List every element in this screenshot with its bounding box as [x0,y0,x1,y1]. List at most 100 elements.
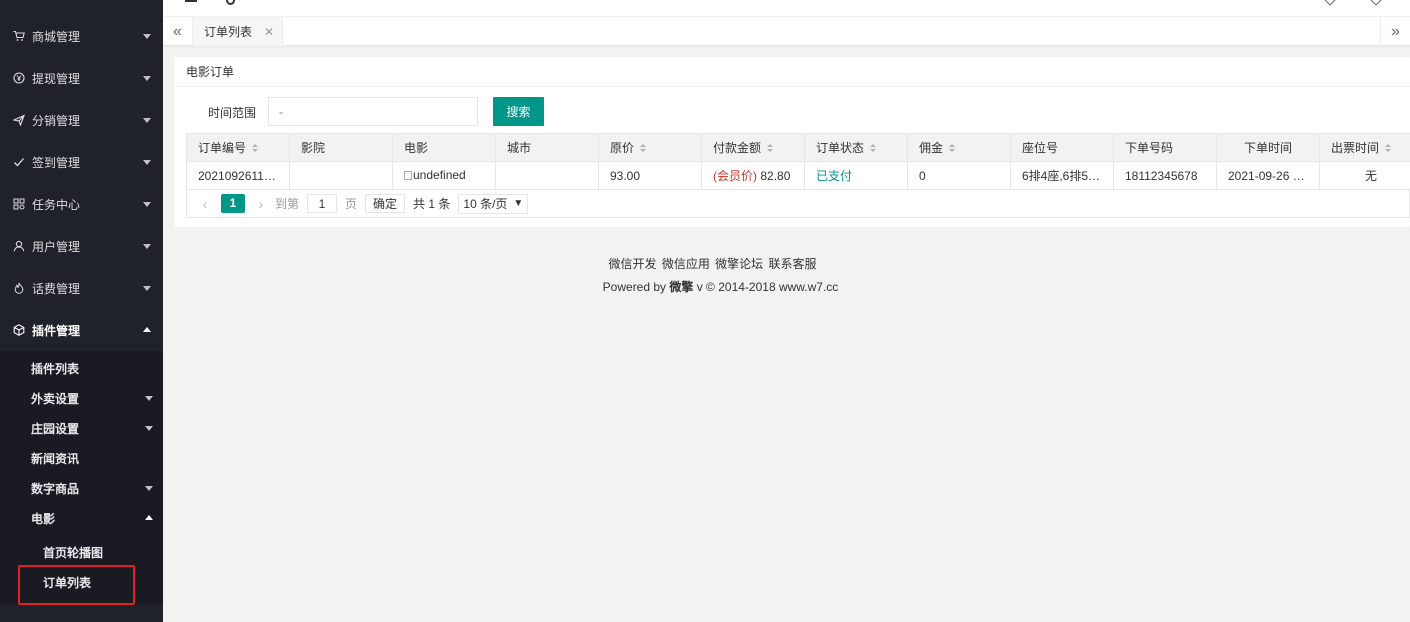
sidebar: 商城管理 提现管理 分销管理 签到管理 任务中心 用户管理 话费管理 插件管理 … [0,0,163,622]
page-unit-label: 页 [345,197,358,211]
sidebar-item-phone-bill[interactable]: 话费管理 [0,267,163,309]
highlight-annotation-box [18,565,135,605]
subnav-item-news[interactable]: 新闻资讯 [0,443,163,473]
tabs-scroll-right-button[interactable]: » [1380,17,1410,46]
cell-seat: 6排4座,6排5… [1010,161,1114,190]
movie-alt-text: undefined [413,168,466,183]
dropdown-arrow-icon: ▼ [513,198,524,209]
member-price-tag: (会员价) [713,169,757,183]
user-icon [12,239,26,253]
column-header-pay-amount[interactable]: 付款金额 [701,133,805,162]
subnav-item-takeout-settings[interactable]: 外卖设置 [0,383,163,413]
sidebar-item-distribution[interactable]: 分销管理 [0,99,163,141]
column-header-label: 付款金额 [713,141,762,155]
chevron-down-icon [145,486,153,491]
subnav-item-label: 数字商品 [31,481,80,496]
check-icon [12,155,26,169]
sort-icon[interactable] [252,144,259,153]
cell-cinema [289,161,393,190]
chevron-down-icon [143,244,151,249]
chevron-down-icon [143,286,151,291]
subnav-item-label: 庄园设置 [31,421,80,436]
chevron-up-icon [145,515,153,520]
close-icon[interactable]: ✕ [264,25,274,39]
yen-icon [12,71,26,85]
column-header-label: 城市 [507,141,532,155]
sort-icon[interactable] [949,144,956,153]
goto-confirm-button[interactable]: 确定 [365,194,406,213]
cart-icon [12,29,26,43]
column-header-commission[interactable]: 佣金 [907,133,1011,162]
column-header-order-no[interactable]: 订单编号 [186,133,290,162]
column-header-label: 下单时间 [1243,141,1292,155]
sidebar-item-label: 分销管理 [32,113,81,128]
column-header-city: 城市 [495,133,599,162]
sidebar-item-tasks[interactable]: 任务中心 [0,183,163,225]
cell-pay-amount: (会员价) 82.80 [701,161,805,190]
sidebar-item-label: 话费管理 [32,281,81,296]
sort-icon[interactable] [767,144,774,153]
column-header-seat: 座位号 [1010,133,1114,162]
sidebar-item-mall[interactable]: 商城管理 [0,15,163,57]
column-header-phone: 下单号码 [1113,133,1217,162]
orders-table: 订单编号 影院 电影 城市 原价 付款金额 订单状态 佣金 座位号 下单号码 下… [186,133,1410,190]
sidebar-item-users[interactable]: 用户管理 [0,225,163,267]
search-row: 时间范围 搜索 [174,97,1410,127]
refresh-icon[interactable] [226,0,235,5]
chevron-left-icon[interactable]: ‹ [195,196,215,212]
subnav-item-digital-goods[interactable]: 数字商品 [0,473,163,503]
tab-order-list[interactable]: 订单列表 ✕ [193,17,283,46]
current-page[interactable]: 1 [221,194,245,213]
copyright-text: v © 2014-2018 www.w7.cc [693,280,839,294]
sidebar-item-checkin[interactable]: 签到管理 [0,141,163,183]
table-header-row: 订单编号 影院 电影 城市 原价 付款金额 订单状态 佣金 座位号 下单号码 下… [186,133,1410,162]
column-header-ticket-time[interactable]: 出票时间 [1319,133,1410,162]
sidebar-item-plugins[interactable]: 插件管理 [0,309,163,351]
page-size-select[interactable]: 10 条/页 ▼ [458,193,529,214]
column-header-label: 订单状态 [816,141,865,155]
column-header-label: 佣金 [919,141,944,155]
movie-poster-image: undefined [404,168,466,182]
cell-commission: 0 [907,161,1011,190]
sort-icon[interactable] [640,144,647,153]
chevron-down-icon [145,396,153,401]
apps-icon [12,197,26,211]
total-count: 共 1 条 [413,197,451,211]
tabs-scroll-left-button[interactable]: « [163,17,193,46]
subnav-item-label: 外卖设置 [31,391,80,406]
cell-city [495,161,599,190]
footer-link-support[interactable]: 联系客服 [769,257,817,271]
search-button[interactable]: 搜索 [493,97,544,126]
subnav-item-manor-settings[interactable]: 庄园设置 [0,413,163,443]
goto-page-input[interactable] [307,194,338,213]
menu-toggle-icon[interactable] [185,0,197,2]
orders-table-wrap: 订单编号 影院 电影 城市 原价 付款金额 订单状态 佣金 座位号 下单号码 下… [186,133,1410,190]
sidebar-item-label: 提现管理 [32,71,81,86]
chevron-down-icon [145,426,153,431]
subnav-item-home-carousel[interactable]: 首页轮播图 [0,537,163,567]
theme-icon[interactable] [1324,0,1336,6]
double-chevron-right-icon: » [1391,22,1400,40]
chevron-right-icon[interactable]: › [251,196,271,212]
column-header-label: 出票时间 [1331,141,1380,155]
subnav-item-label: 新闻资讯 [31,451,80,466]
column-header-label: 下单号码 [1125,141,1174,155]
sidebar-item-withdraw[interactable]: 提现管理 [0,57,163,99]
powered-prefix: Powered by [602,280,670,294]
time-range-input[interactable] [268,97,478,126]
footer: 微信开发 微信应用 微擎论坛 联系客服 Powered by 微擎 v © 20… [163,255,1410,295]
box-icon [12,323,26,337]
footer-link-forum[interactable]: 微擎论坛 [715,257,763,271]
footer-link-wechat-apps[interactable]: 微信应用 [662,257,710,271]
subnav-item-plugin-list[interactable]: 插件列表 [0,353,163,383]
column-header-price[interactable]: 原价 [598,133,702,162]
brand-name[interactable]: 微擎 [669,280,693,294]
subnav-item-movie[interactable]: 电影 [0,503,163,533]
cell-price: 93.00 [598,161,702,190]
footer-link-wechat-dev[interactable]: 微信开发 [608,257,656,271]
sort-icon[interactable] [870,144,877,153]
sidebar-item-label: 任务中心 [32,197,81,212]
more-icon[interactable] [1370,0,1382,6]
column-header-status[interactable]: 订单状态 [804,133,908,162]
sort-icon[interactable] [1385,144,1392,153]
